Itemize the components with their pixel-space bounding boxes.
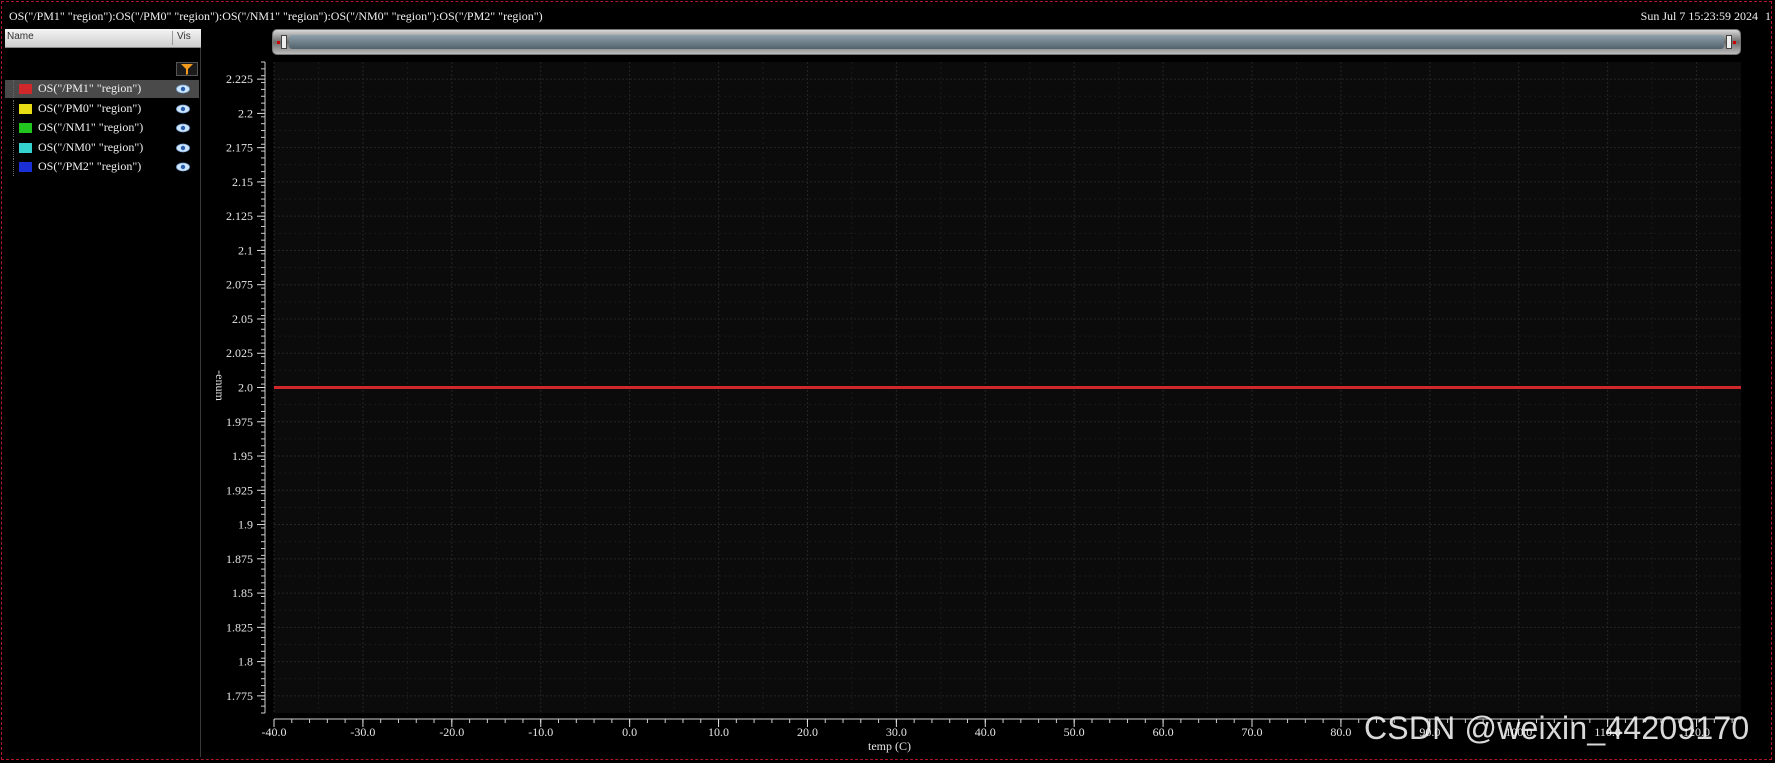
y-tick-label: 2.175	[226, 141, 253, 155]
y-tick-label: 2.1	[238, 243, 253, 257]
y-tick-label: 2.125	[226, 209, 253, 223]
y-tick-label: 2.2	[238, 106, 253, 120]
x-tick-label: -20.0	[439, 725, 464, 739]
x-tick-label: -30.0	[350, 725, 375, 739]
plot-area[interactable]: 1.775 1.8 1.825 1.85 1.875 1.9 1.925 1.95 1.975 2…	[0, 0, 1775, 763]
x-tick-label: 10.0	[708, 725, 729, 739]
y-tick-label: 2.0	[238, 381, 253, 395]
y-tick-label: 1.8	[238, 655, 253, 669]
y-tick-label: 2.15	[232, 175, 253, 189]
x-tick-label: 30.0	[886, 725, 907, 739]
y-tick-label: 1.95	[232, 449, 253, 463]
x-tick-label: 60.0	[1153, 725, 1174, 739]
x-tick-label: -10.0	[528, 725, 553, 739]
y-axis-label: -enum	[213, 370, 227, 401]
x-tick-label: 70.0	[1242, 725, 1263, 739]
x-tick-label: 0.0	[622, 725, 637, 739]
y-tick-label: 1.975	[226, 415, 253, 429]
x-tick-label: -40.0	[262, 725, 287, 739]
y-tick-label: 2.05	[232, 312, 253, 326]
x-tick-label: 80.0	[1330, 725, 1351, 739]
y-tick-label: 2.075	[226, 278, 253, 292]
y-tick-label: 1.775	[226, 689, 253, 703]
y-tick-label: 1.85	[232, 586, 253, 600]
y-tick-label: 1.925	[226, 483, 253, 497]
x-tick-label: 50.0	[1064, 725, 1085, 739]
watermark: CSDN @weixin_44209170	[1364, 710, 1750, 746]
y-tick-label: 1.875	[226, 552, 253, 566]
y-tick-label: 1.825	[226, 620, 253, 634]
y-tick-label: 2.025	[226, 346, 253, 360]
x-tick-label: 40.0	[975, 725, 996, 739]
x-tick-label: 20.0	[797, 725, 818, 739]
y-tick-label: 2.225	[226, 72, 253, 86]
y-tick-label: 1.9	[238, 518, 253, 532]
x-axis-label: temp (C)	[868, 739, 911, 753]
